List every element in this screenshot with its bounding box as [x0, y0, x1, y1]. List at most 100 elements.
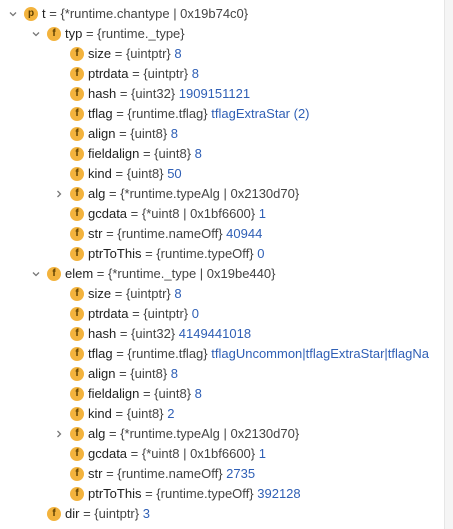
tree-row[interactable]: f hash = {uint32} 4149441018 — [0, 324, 453, 344]
field-icon: f — [70, 227, 84, 241]
variable-type: {*runtime.typeAlg | 0x2130d70} — [120, 426, 300, 441]
tree-row[interactable]: f hash = {uint32} 1909151121 — [0, 84, 453, 104]
parameter-icon: p — [24, 7, 38, 21]
scrollbar-track[interactable] — [444, 0, 453, 529]
variable-name: tflag — [88, 346, 113, 361]
variable-name: alg — [88, 186, 106, 201]
variable-name: align — [88, 126, 116, 141]
variable-entry: fieldalign = {uint8} 8 — [88, 146, 202, 161]
variable-type: {runtime.tflag} — [127, 106, 208, 121]
tree-row[interactable]: f size = {uintptr} 8 — [0, 284, 453, 304]
chevron-down-icon[interactable] — [7, 4, 19, 24]
variable-type: {*runtime._type | 0x19be440} — [108, 266, 276, 281]
field-icon: f — [47, 507, 61, 521]
chevron-right-icon[interactable] — [53, 424, 65, 444]
variable-entry: t = {*runtime.chantype | 0x19b74c0} — [42, 6, 249, 21]
tree-row[interactable]: f str = {runtime.nameOff} 40944 — [0, 224, 453, 244]
field-icon: f — [70, 107, 84, 121]
variable-entry: elem = {*runtime._type | 0x19be440} — [65, 266, 276, 281]
variable-type: {runtime.nameOff} — [117, 226, 223, 241]
chevron-right-icon[interactable] — [53, 184, 65, 204]
field-icon: f — [70, 67, 84, 81]
tree-row[interactable]: f ptrdata = {uintptr} 0 — [0, 304, 453, 324]
tree-row[interactable]: f alg = {*runtime.typeAlg | 0x2130d70} — [0, 424, 453, 444]
variable-type: {uint8} — [126, 406, 164, 421]
variable-value: 2735 — [226, 466, 256, 481]
variable-value: 1 — [258, 206, 266, 221]
tree-row[interactable]: f elem = {*runtime._type | 0x19be440} — [0, 264, 453, 284]
variable-name: elem — [65, 266, 94, 281]
variable-value: 1 — [258, 446, 266, 461]
field-icon: f — [70, 307, 84, 321]
tree-row[interactable]: f typ = {runtime._type} — [0, 24, 453, 44]
variable-type: {*runtime.typeAlg | 0x2130d70} — [120, 186, 300, 201]
variable-value: 4149441018 — [178, 326, 252, 341]
variable-type: {*runtime.chantype | 0x19b74c0} — [60, 6, 249, 21]
variable-type: {uint32} — [131, 326, 176, 341]
tree-row[interactable]: f gcdata = {*uint8 | 0x1bf6600} 1 — [0, 444, 453, 464]
variable-type: {*uint8 | 0x1bf6600} — [141, 446, 256, 461]
variables-tree: pt = {*runtime.chantype | 0x19b74c0} f typ… — [0, 4, 453, 524]
tree-row[interactable]: f tflag = {runtime.tflag} tflagExtraStar … — [0, 104, 453, 124]
field-icon: f — [70, 247, 84, 261]
tree-row[interactable]: f kind = {uint8} 50 — [0, 164, 453, 184]
variable-name: kind — [88, 166, 112, 181]
variable-type: {runtime.typeOff} — [156, 246, 254, 261]
tree-row[interactable]: f str = {runtime.nameOff} 2735 — [0, 464, 453, 484]
variable-type: {uintptr} — [143, 66, 189, 81]
variable-entry: align = {uint8} 8 — [88, 126, 179, 141]
tree-row[interactable]: f dir = {uintptr} 3 — [0, 504, 453, 524]
variable-type: {uint8} — [154, 146, 192, 161]
variable-entry: size = {uintptr} 8 — [88, 46, 182, 61]
tree-row[interactable]: f tflag = {runtime.tflag} tflagUncommon|t… — [0, 344, 453, 364]
variable-name: dir — [65, 506, 80, 521]
tree-row[interactable]: f align = {uint8} 8 — [0, 364, 453, 384]
field-icon: f — [70, 487, 84, 501]
chevron-down-icon[interactable] — [30, 24, 42, 44]
tree-row[interactable]: f fieldalign = {uint8} 8 — [0, 384, 453, 404]
field-icon: f — [70, 167, 84, 181]
field-icon: f — [70, 47, 84, 61]
tree-row[interactable]: f kind = {uint8} 2 — [0, 404, 453, 424]
field-icon: f — [70, 467, 84, 481]
variable-type: {uintptr} — [143, 306, 189, 321]
variable-entry: ptrToThis = {runtime.typeOff} 392128 — [88, 486, 301, 501]
field-icon: f — [70, 147, 84, 161]
field-icon: f — [70, 447, 84, 461]
field-icon: f — [70, 347, 84, 361]
variable-entry: size = {uintptr} 8 — [88, 286, 182, 301]
tree-row[interactable]: p t = {*runtime.chantype | 0x19b74c0} — [0, 4, 453, 24]
variable-name: hash — [88, 326, 117, 341]
variable-name: gcdata — [88, 206, 128, 221]
variable-entry: kind = {uint8} 50 — [88, 166, 182, 181]
field-icon: f — [70, 287, 84, 301]
variable-value: 2 — [167, 406, 175, 421]
variable-entry: alg = {*runtime.typeAlg | 0x2130d70} — [88, 426, 300, 441]
variable-type: {*uint8 | 0x1bf6600} — [141, 206, 256, 221]
variable-value: 392128 — [257, 486, 301, 501]
tree-row[interactable]: f ptrToThis = {runtime.typeOff} 0 — [0, 244, 453, 264]
tree-row[interactable]: f ptrdata = {uintptr} 8 — [0, 64, 453, 84]
tree-row[interactable]: f gcdata = {*uint8 | 0x1bf6600} 1 — [0, 204, 453, 224]
variable-type: {uintptr} — [125, 46, 171, 61]
tree-row[interactable]: f align = {uint8} 8 — [0, 124, 453, 144]
chevron-down-icon[interactable] — [30, 264, 42, 284]
tree-row[interactable]: f ptrToThis = {runtime.typeOff} 392128 — [0, 484, 453, 504]
tree-row[interactable]: f alg = {*runtime.typeAlg | 0x2130d70} — [0, 184, 453, 204]
field-icon: f — [47, 267, 61, 281]
variable-name: tflag — [88, 106, 113, 121]
variable-value: 8 — [194, 386, 202, 401]
variable-type: {uint8} — [126, 166, 164, 181]
variable-name: typ — [65, 26, 83, 41]
field-icon: f — [47, 27, 61, 41]
variable-type: {uintptr} — [94, 506, 140, 521]
variable-entry: tflag = {runtime.tflag} tflagExtraStar (… — [88, 106, 310, 121]
variable-name: str — [88, 226, 103, 241]
variable-value: 8 — [174, 46, 182, 61]
variable-value: 8 — [194, 146, 202, 161]
tree-row[interactable]: f fieldalign = {uint8} 8 — [0, 144, 453, 164]
variable-name: ptrdata — [88, 66, 129, 81]
variable-type: {runtime.typeOff} — [156, 486, 254, 501]
variable-entry: ptrdata = {uintptr} 0 — [88, 306, 199, 321]
tree-row[interactable]: f size = {uintptr} 8 — [0, 44, 453, 64]
